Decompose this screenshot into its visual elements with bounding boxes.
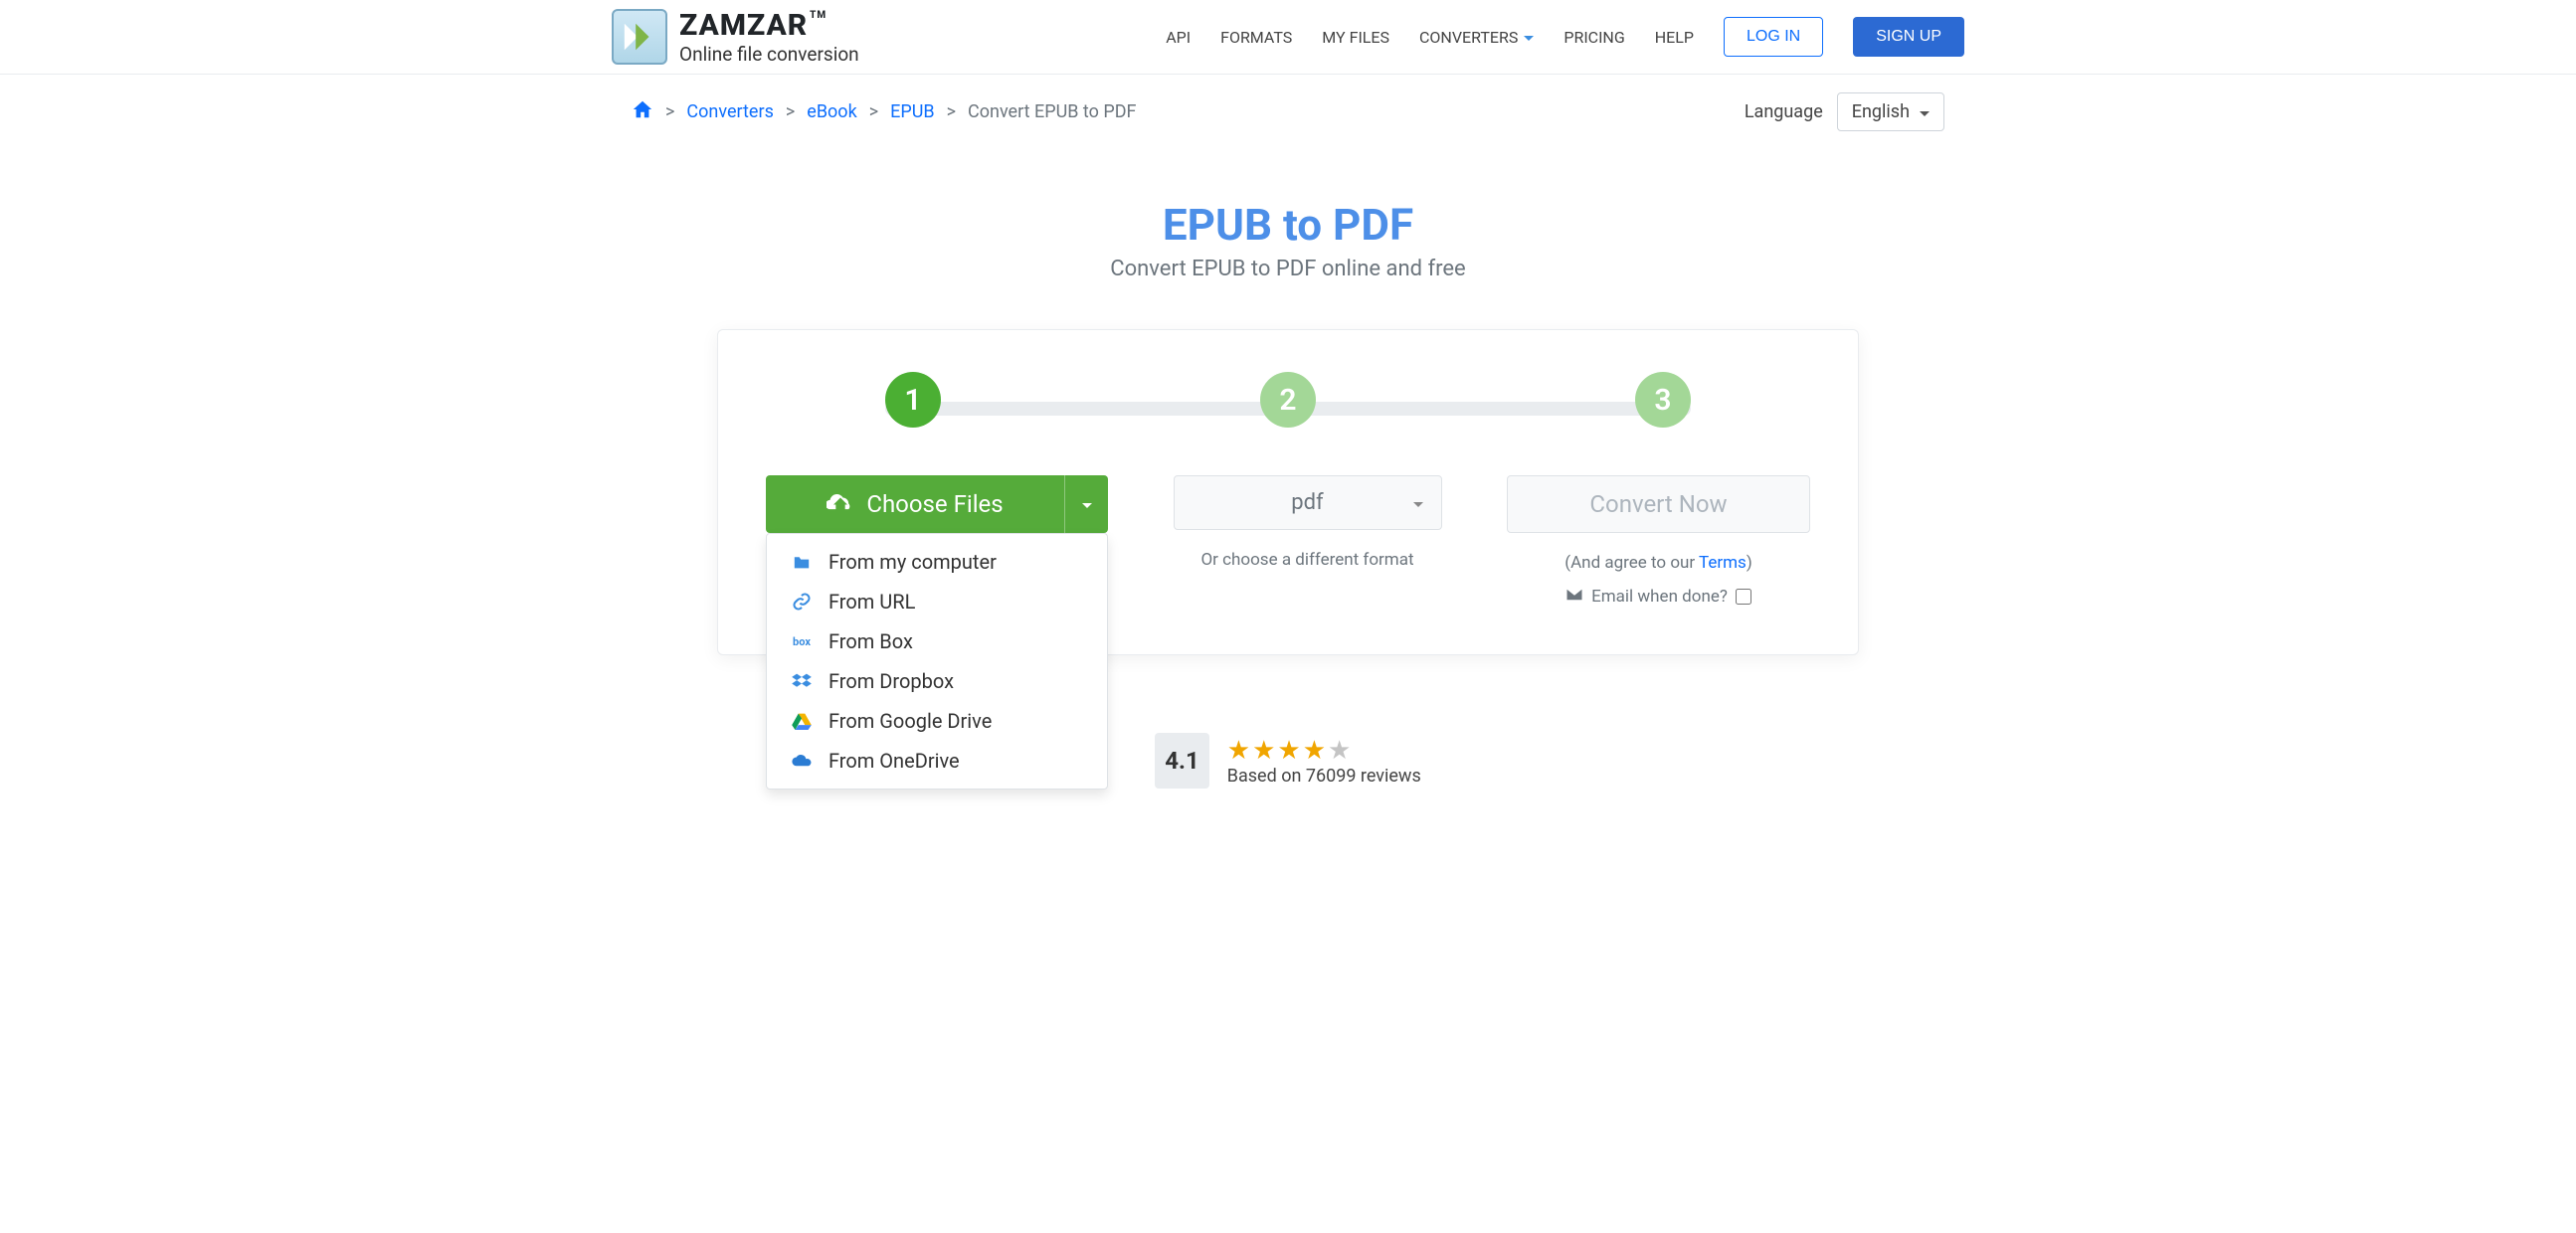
source-label: From Box <box>828 629 913 653</box>
email-icon <box>1565 587 1583 607</box>
source-onedrive[interactable]: From OneDrive <box>767 741 1107 781</box>
onedrive-icon <box>791 754 813 768</box>
logo-tm: TM <box>810 10 827 21</box>
login-button[interactable]: LOG IN <box>1724 17 1823 57</box>
crumb-current: Convert EPUB to PDF <box>968 101 1136 122</box>
email-label: Email when done? <box>1591 587 1728 607</box>
star-icon: ★ <box>1252 736 1275 766</box>
converter-card: 1 2 3 Choose Files From m <box>717 329 1859 655</box>
cloud-upload-icon <box>827 489 854 519</box>
gdrive-icon <box>791 712 813 730</box>
review-count: Based on 76099 reviews <box>1227 766 1421 787</box>
sep: > <box>947 101 956 122</box>
breadcrumb: > Converters > eBook > EPUB > Convert EP… <box>632 98 1137 126</box>
convert-button[interactable]: Convert Now <box>1507 475 1810 533</box>
source-label: From Dropbox <box>828 669 954 693</box>
source-url[interactable]: From URL <box>767 582 1107 621</box>
chevron-down-icon <box>1920 111 1930 116</box>
nav-converters-label: CONVERTERS <box>1419 28 1518 47</box>
rating-score: 4.1 <box>1155 733 1209 789</box>
chevron-down-icon <box>1082 503 1092 508</box>
logo-subtitle: Online file conversion <box>679 43 859 66</box>
star-icon: ★ <box>1227 736 1250 766</box>
nav-api[interactable]: API <box>1166 28 1191 47</box>
chevron-down-icon <box>1524 36 1534 41</box>
sep: > <box>786 101 795 122</box>
logo-icon <box>612 9 667 65</box>
star-icon: ★ <box>1277 736 1300 766</box>
email-checkbox[interactable] <box>1736 589 1751 605</box>
sep: > <box>665 101 674 122</box>
main-nav: API FORMATS MY FILES CONVERTERS PRICING … <box>1166 17 1964 57</box>
source-dropbox[interactable]: From Dropbox <box>767 661 1107 701</box>
format-value: pdf <box>1291 490 1323 515</box>
nav-formats[interactable]: FORMATS <box>1220 28 1292 47</box>
sep: > <box>869 101 878 122</box>
terms-link[interactable]: Terms <box>1699 553 1747 573</box>
star-icon: ★ <box>1303 736 1326 766</box>
source-label: From my computer <box>828 550 997 574</box>
terms-hint: (And agree to our Terms) <box>1564 553 1751 573</box>
folder-icon <box>791 554 813 570</box>
format-select[interactable]: pdf <box>1174 475 1442 530</box>
source-dropdown: From my computer From URL box From Box F… <box>766 533 1108 790</box>
language-value: English <box>1852 101 1910 122</box>
source-label: From Google Drive <box>828 709 992 733</box>
choose-files-dropdown-toggle[interactable] <box>1064 475 1108 533</box>
nav-pricing[interactable]: PRICING <box>1564 28 1624 47</box>
chevron-down-icon <box>1413 502 1423 507</box>
source-box[interactable]: box From Box <box>767 621 1107 661</box>
signup-button[interactable]: SIGN UP <box>1853 17 1964 57</box>
terms-post: ) <box>1747 553 1752 573</box>
logo-title: ZAMZAR <box>679 8 808 43</box>
star-empty-icon: ★ <box>1328 736 1351 766</box>
terms-pre: (And agree to our <box>1564 553 1699 573</box>
nav-help[interactable]: HELP <box>1655 28 1694 47</box>
crumb-converters[interactable]: Converters <box>686 101 773 122</box>
page-subtitle: Convert EPUB to PDF online and free <box>0 257 2576 281</box>
choose-files-button[interactable]: Choose Files <box>766 475 1064 533</box>
source-gdrive[interactable]: From Google Drive <box>767 701 1107 741</box>
step-2: 2 <box>1260 372 1316 428</box>
box-icon: box <box>791 635 813 648</box>
crumb-ebook[interactable]: eBook <box>807 101 856 122</box>
source-label: From OneDrive <box>828 749 960 773</box>
logo[interactable]: ZAMZARTM Online file conversion <box>612 8 859 66</box>
home-icon[interactable] <box>632 98 653 126</box>
rating-stars: ★ ★ ★ ★ ★ <box>1227 736 1421 766</box>
step-1: 1 <box>885 372 941 428</box>
language-select[interactable]: English <box>1837 92 1944 131</box>
nav-converters[interactable]: CONVERTERS <box>1419 28 1534 47</box>
crumb-epub[interactable]: EPUB <box>890 101 934 122</box>
nav-myfiles[interactable]: MY FILES <box>1322 28 1389 47</box>
page-title: EPUB to PDF <box>0 199 2576 251</box>
choose-files-label: Choose Files <box>866 490 1003 518</box>
dropbox-icon <box>791 672 813 690</box>
link-icon <box>791 592 813 612</box>
format-hint: Or choose a different format <box>1200 550 1413 570</box>
steps: 1 2 3 <box>885 372 1691 428</box>
language-label: Language <box>1745 101 1823 122</box>
source-label: From URL <box>828 590 915 614</box>
step-3: 3 <box>1635 372 1691 428</box>
source-computer[interactable]: From my computer <box>767 542 1107 582</box>
